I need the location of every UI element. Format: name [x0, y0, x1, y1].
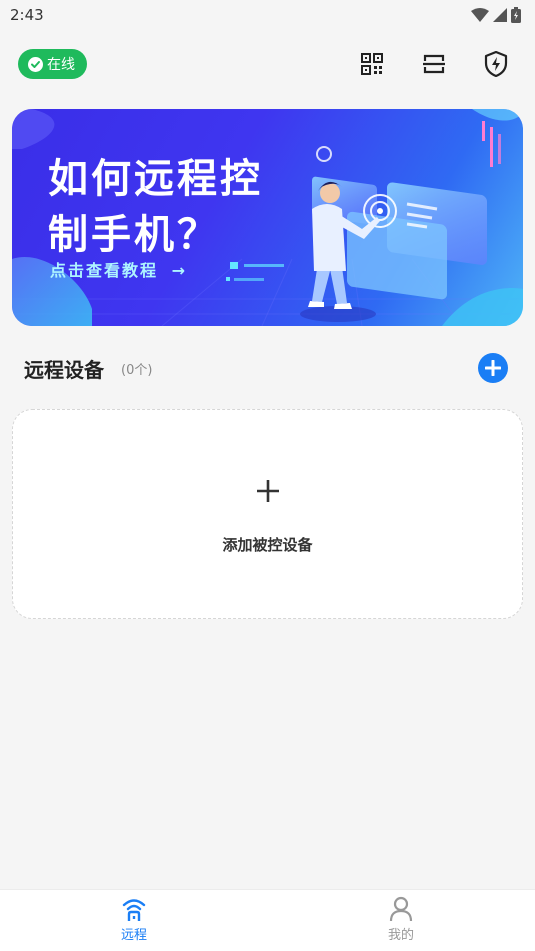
- qr-code-icon[interactable]: [358, 50, 386, 78]
- add-controlled-device-card[interactable]: 添加被控设备: [12, 409, 523, 619]
- top-bar: 在线: [0, 42, 535, 86]
- remote-signal-icon: [122, 899, 146, 921]
- profile-icon: [389, 896, 413, 922]
- online-status-badge[interactable]: 在线: [18, 49, 87, 79]
- battery-icon: [511, 7, 521, 23]
- status-time: 2:43: [10, 6, 44, 24]
- online-status-label: 在线: [47, 57, 75, 73]
- status-bar: 2:43: [0, 0, 535, 30]
- status-icons: [471, 7, 521, 23]
- banner-tutorial-link[interactable]: 点击查看教程 →: [50, 257, 187, 281]
- arrow-right-icon: →: [171, 261, 187, 280]
- add-device-button[interactable]: [478, 353, 508, 383]
- plus-icon: [257, 480, 279, 502]
- banner-link-label: 点击查看教程: [50, 261, 159, 280]
- shield-lightning-icon[interactable]: [482, 50, 510, 78]
- check-circle-icon: [28, 56, 43, 72]
- bottom-navigation: 远程 我的: [0, 889, 535, 951]
- nav-item-remote[interactable]: 远程: [84, 890, 184, 951]
- devices-count: (0个): [121, 363, 153, 378]
- scan-icon[interactable]: [420, 50, 448, 78]
- nav-label-profile: 我的: [387, 928, 414, 943]
- wifi-icon: [471, 8, 489, 22]
- nav-item-profile[interactable]: 我的: [351, 890, 451, 951]
- nav-label-remote: 远程: [120, 928, 147, 943]
- devices-section-title: 远程设备: [24, 358, 104, 382]
- devices-section-header: 远程设备 (0个): [0, 348, 535, 388]
- add-device-label: 添加被控设备: [222, 536, 313, 554]
- cellular-signal-icon: [493, 8, 507, 22]
- tutorial-banner[interactable]: 如何远程控 制手机？ 点击查看教程 →: [12, 109, 523, 326]
- banner-title-line2: 制手机？: [48, 212, 220, 258]
- plus-icon: [485, 360, 501, 376]
- banner-title-line1: 如何远程控: [48, 156, 263, 202]
- banner-title: 如何远程控 制手机？: [48, 151, 288, 263]
